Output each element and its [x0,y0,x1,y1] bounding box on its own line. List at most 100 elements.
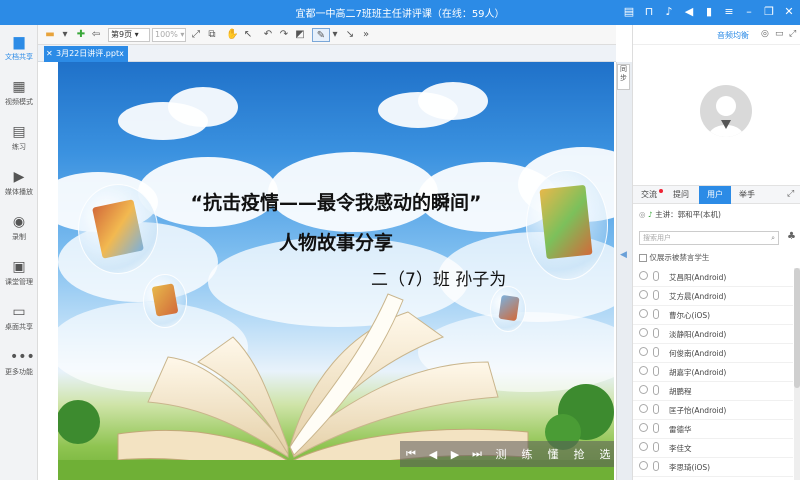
sidebar-item-media-play[interactable]: ▶ 媒体播放 [0,166,38,206]
menu-icon[interactable]: ≡ [722,4,736,20]
layout-icon[interactable]: ▤ [622,4,636,20]
sidebar-item-video-mode[interactable]: ▦ 视频模式 [0,76,38,116]
tab-users[interactable]: 用户 [699,186,731,204]
microphone-icon[interactable] [653,347,659,357]
sidebar-item-desktop-share[interactable]: ▭ 桌面共享 [0,301,38,341]
signal-icon[interactable]: ▮ [702,4,716,20]
org-tree-icon[interactable]: ♣ [787,231,796,242]
list-item[interactable]: 何俊南(Android) [633,344,793,363]
sidebar-item-document-share[interactable]: ▆ 文档共享 [0,31,38,71]
redo-icon[interactable]: ↷ [278,28,290,42]
first-slide-icon[interactable]: ⏮ [400,447,422,461]
microphone-icon[interactable] [653,309,659,319]
document-tab[interactable]: ✕ 3月22日讲评.pptx [44,46,128,62]
pointer-tool-icon[interactable]: ↖ [242,28,254,42]
page-select[interactable]: 第9页 ▾ [108,28,150,42]
minimize-icon[interactable]: – [742,4,756,20]
microphone-icon[interactable] [653,290,659,300]
microphone-icon[interactable] [653,423,659,433]
camera-icon[interactable] [639,290,648,299]
dropdown-arrow-icon[interactable]: ▾ [60,28,70,42]
microphone-icon[interactable]: ♪ [662,4,676,20]
sidebar-item-record[interactable]: ◉ 录制 [0,211,38,251]
fullscreen-icon[interactable]: ⤢ [190,28,202,42]
user-icon: ◎ [639,210,646,219]
open-folder-icon[interactable]: ▬ [42,28,58,42]
microphone-icon[interactable] [653,328,659,338]
user-search-input[interactable]: 搜索用户 ⌕ [639,231,779,245]
list-item[interactable]: 李思琦(iOS) [633,458,793,477]
close-icon[interactable]: ✕ [782,4,796,20]
camera-icon[interactable] [639,385,648,394]
microphone-icon[interactable] [653,366,659,376]
camera-icon[interactable] [639,423,648,432]
user-list-scrollbar[interactable] [794,268,800,480]
rush-answer-button[interactable]: 抢 [566,446,592,462]
list-item[interactable]: 淡静阳(Android) [633,325,793,344]
fit-page-icon[interactable]: ⧉ [206,28,218,42]
list-item[interactable]: 雷德华 [633,420,793,439]
popout-icon[interactable]: ⤢ [787,189,794,199]
document-share-icon: ▆ [13,34,25,50]
more-tools-icon[interactable]: » [360,28,372,42]
camera-icon[interactable] [639,347,648,356]
eraser-icon[interactable]: ◩ [294,28,306,42]
hand-tool-icon[interactable]: ✋ [226,28,238,42]
slide-canvas[interactable]: “抗击疫情——最令我感动的瞬间” 人物故事分享 二（7）班 孙子为 ⏮ ◀ ▶ … [58,62,614,480]
camera-icon[interactable] [639,461,648,470]
tab-hand-raise[interactable]: 举手 [731,186,763,204]
microphone-icon[interactable] [653,461,659,471]
pen-dropdown-icon[interactable]: ▾ [331,28,339,42]
pick-button[interactable]: 选 [592,446,614,462]
restore-icon[interactable]: ❐ [762,4,776,20]
sidebar-item-more[interactable]: ••• 更多功能 [0,346,38,386]
search-icon[interactable]: ⌕ [771,232,775,244]
pen-tool-icon[interactable]: ✎ [312,28,330,42]
screen-icon[interactable]: ▭ [775,29,784,39]
add-document-icon[interactable]: ✚ [74,28,88,42]
next-slide-icon[interactable]: ▶ [444,448,466,461]
last-slide-icon[interactable]: ⏭ [466,447,488,461]
collapse-arrow-icon[interactable]: ◀ [620,250,630,262]
list-item[interactable]: 胡嘉宇(Android) [633,363,793,382]
sync-button[interactable]: 同步 [617,64,630,90]
list-item[interactable]: 艾昌阳(Android) [633,268,793,287]
camera-icon[interactable] [639,309,648,318]
sidebar-item-exercise[interactable]: ▤ 练习 [0,121,38,161]
camera-icon[interactable] [639,271,648,280]
scrollbar-thumb[interactable] [794,268,800,388]
microphone-icon[interactable] [653,404,659,414]
camera-icon[interactable] [639,442,648,451]
checkbox-box[interactable] [639,254,647,262]
expand-icon[interactable]: ⤢ [789,29,796,39]
camera-icon[interactable] [639,328,648,337]
quiz-button[interactable]: 测 [488,446,514,462]
panel-splitter[interactable]: ◀ [616,62,632,480]
prev-slide-icon[interactable]: ◀ [422,448,444,461]
close-tab-icon[interactable]: ✕ [46,46,53,61]
list-item[interactable]: 匡子怡(Android) [633,401,793,420]
undo-icon[interactable]: ↶ [262,28,274,42]
practice-button[interactable]: 练 [514,446,540,462]
sidebar-item-class-manage[interactable]: ▣ 课堂管理 [0,256,38,296]
prev-page-icon[interactable]: ⇦ [90,28,102,42]
microphone-icon[interactable] [653,442,659,452]
audio-eq-label[interactable]: 音频均衡 [717,30,749,41]
list-item[interactable]: 艾方晨(Android) [633,287,793,306]
camera-icon[interactable] [639,366,648,375]
camera-icon[interactable] [639,404,648,413]
microphone-icon[interactable]: ♪ [648,210,653,219]
lock-icon[interactable]: ⊓ [642,4,656,20]
microphone-icon[interactable] [653,385,659,395]
list-item[interactable]: 胡鹏程 [633,382,793,401]
list-item[interactable]: 曹尔心(iOS) [633,306,793,325]
zoom-select[interactable]: 100% ▾ [152,28,186,42]
only-muted-checkbox[interactable]: 仅展示被禁言学生 [639,252,709,263]
camera-icon[interactable]: ◎ [761,29,769,39]
laser-pointer-icon[interactable]: ↘ [344,28,356,42]
tab-question[interactable]: 提问 [665,186,697,204]
microphone-icon[interactable] [653,271,659,281]
speaker-icon[interactable]: ◀ [682,4,696,20]
list-item[interactable]: 李佳文 [633,439,793,458]
understand-button[interactable]: 懂 [540,446,566,462]
